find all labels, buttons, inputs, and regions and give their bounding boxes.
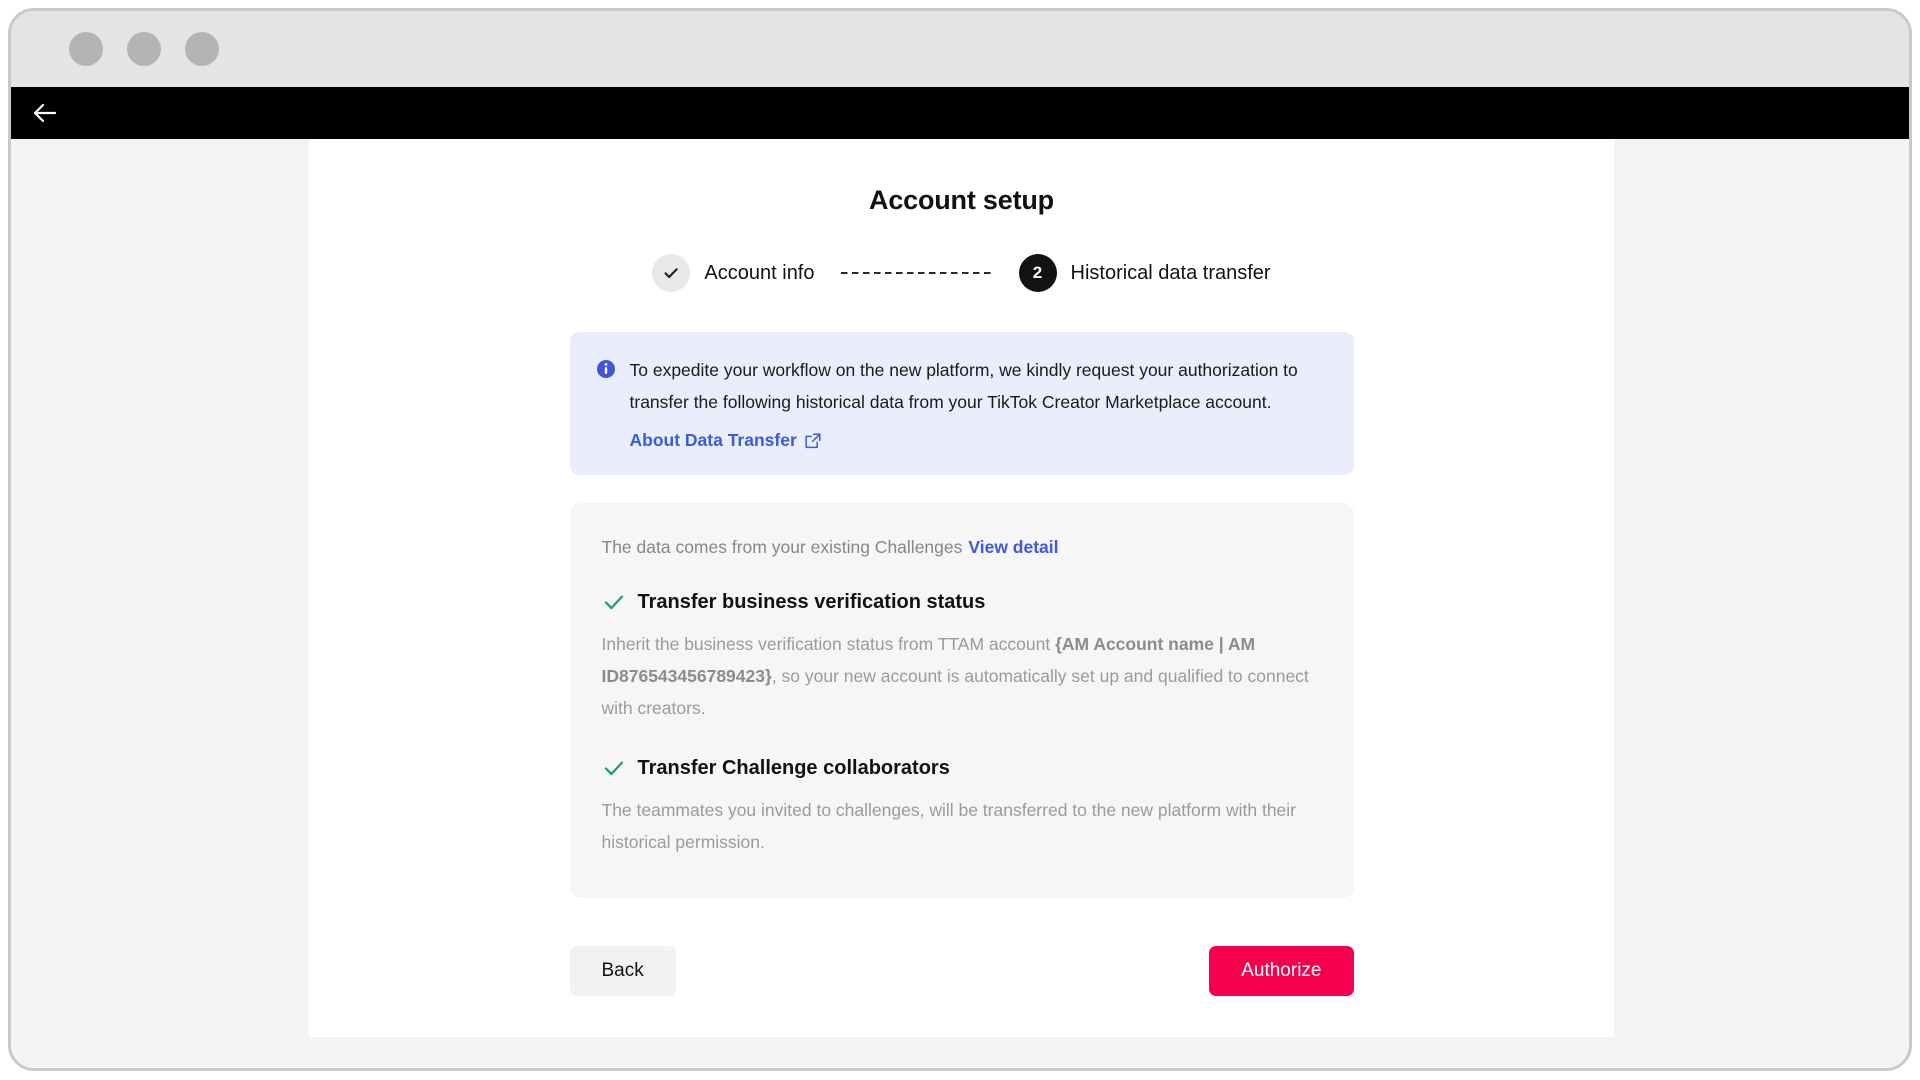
transfer-item: Transfer Challenge collaborators The tea… — [602, 756, 1322, 858]
step-historical-data-transfer[interactable]: 2 Historical data transfer — [1018, 254, 1271, 292]
step-account-info-label: Account info — [704, 261, 815, 284]
footer-actions: Back Authorize — [569, 946, 1354, 996]
authorize-button[interactable]: Authorize — [1209, 946, 1354, 996]
arrow-left-icon — [33, 103, 57, 123]
page-title: Account setup — [869, 185, 1054, 215]
step-account-info[interactable]: Account info — [652, 254, 815, 292]
check-icon — [604, 761, 623, 776]
transfer-item-description: The teammates you invited to challenges,… — [601, 800, 1297, 852]
about-data-transfer-label: About Data Transfer — [629, 430, 797, 450]
back-button[interactable]: Back — [569, 946, 676, 996]
transfer-item: Transfer business verification status In… — [602, 590, 1322, 724]
content-panel: Account setup Account info 2 Historical … — [309, 139, 1614, 1037]
back-navigation-button[interactable] — [25, 93, 65, 133]
close-dot[interactable] — [69, 32, 103, 66]
card-source-line: The data comes from your existing Challe… — [602, 537, 1322, 558]
check-icon — [664, 268, 679, 279]
app-topbar — [11, 87, 1909, 139]
card-source-text: The data comes from your existing Challe… — [601, 537, 963, 557]
data-transfer-card: The data comes from your existing Challe… — [569, 503, 1354, 898]
page-body: Account setup Account info 2 Historical … — [11, 139, 1909, 1068]
info-circle-icon — [596, 359, 616, 451]
about-data-transfer-link[interactable]: About Data Transfer — [630, 430, 821, 451]
stepper: Account info 2 Historical data transfer — [570, 254, 1354, 292]
info-banner-text: To expedite your workflow on the new pla… — [629, 360, 1298, 412]
browser-titlebar — [11, 11, 1909, 87]
step-historical-data-transfer-bullet: 2 — [1018, 254, 1057, 292]
transfer-item-description: Inherit the business verification status… — [602, 628, 1322, 724]
step-account-info-bullet — [652, 254, 691, 292]
stepper-connector — [840, 272, 993, 274]
step-historical-data-transfer-label: Historical data transfer — [1070, 261, 1271, 284]
info-banner: To expedite your workflow on the new pla… — [569, 332, 1354, 475]
transfer-item-desc-before: Inherit the business verification status… — [601, 634, 1056, 654]
minimize-dot[interactable] — [127, 32, 161, 66]
transfer-item-title: Transfer Challenge collaborators — [637, 756, 950, 779]
transfer-item-title: Transfer business verification status — [637, 590, 986, 613]
check-icon — [604, 595, 623, 610]
view-detail-link[interactable]: View detail — [968, 537, 1058, 557]
maximize-dot[interactable] — [185, 32, 219, 66]
browser-window: Account setup Account info 2 Historical … — [8, 8, 1912, 1071]
external-link-icon — [805, 432, 821, 448]
